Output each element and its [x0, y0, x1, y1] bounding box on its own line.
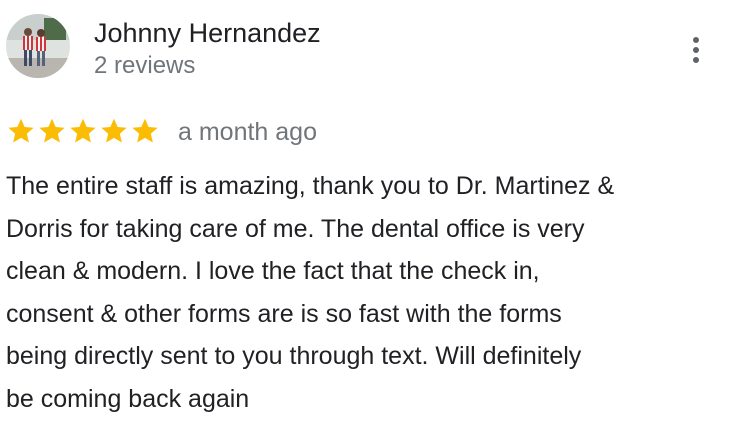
review-text-line: The entire staff is amazing, thank you t…: [6, 172, 615, 200]
review-text-line: clean & modern. I love the fact that the…: [6, 257, 540, 285]
star-icon: [70, 118, 96, 143]
review-text-line: being directly sent to you through text.…: [6, 342, 582, 370]
star-icon: [101, 118, 127, 143]
star-icon: [8, 118, 34, 143]
star-icon: [39, 118, 65, 143]
review-text-line: Dorris for taking care of me. The dental…: [6, 214, 585, 243]
review-text: The entire staff is amazing, thank you t…: [6, 165, 730, 420]
avatar-photo: [6, 14, 70, 78]
review-card: Johnny Hernandez 2 reviews a month ago T…: [0, 0, 740, 424]
review-date: a month ago: [178, 118, 317, 146]
review-count[interactable]: 2 reviews: [94, 51, 195, 81]
more-options-button[interactable]: [678, 30, 714, 70]
star-icon: [132, 118, 158, 143]
avatar[interactable]: [6, 14, 70, 78]
reviewer-name[interactable]: Johnny Hernandez: [94, 16, 321, 50]
review-text-line: consent & other forms are is so fast wit…: [6, 299, 562, 328]
review-text-line: be coming back again: [6, 384, 250, 413]
more-vert-icon: [693, 37, 699, 63]
star-rating: [6, 116, 160, 146]
